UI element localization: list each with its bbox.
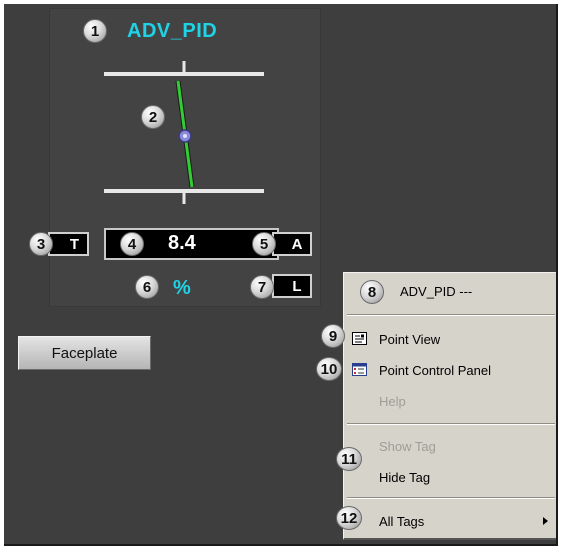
point-control-panel-icon [352,363,367,376]
menu-item-label: Point Control Panel [379,363,492,378]
menu-separator [347,314,555,316]
units-label: % [173,277,191,299]
menu-item-label: Show Tag [379,439,436,454]
callout-11: 11 [336,447,362,471]
menu-item-hide-tag[interactable]: Hide Tag [344,466,556,488]
submenu-arrow-icon [543,517,548,525]
callout-2: 2 [141,105,165,129]
menu-item-label: All Tags [379,514,425,529]
local-button-label: L [292,277,302,295]
callout-1: 1 [83,19,107,43]
callout-5: 5 [252,232,276,256]
local-button[interactable]: L [272,274,312,298]
tracking-button-label: T [69,235,80,253]
menu-item-label: Hide Tag [379,470,431,485]
mode-button[interactable]: A [272,232,312,256]
menu-item-point-control-panel[interactable]: Point Control Panel [344,359,556,381]
callout-4: 4 [120,232,144,256]
callout-12: 12 [336,506,362,530]
hmi-display: 1 ADV_PID 2 T 3 8.4 4 A 5 6 % L 7 Facepl… [4,4,558,546]
menu-item-label: Point View [379,332,441,347]
menu-item-all-tags[interactable]: All Tags [344,510,556,532]
faceplate-button[interactable]: Faceplate [18,336,151,370]
callout-3: 3 [29,232,53,256]
context-menu: ADV_PID --- Point View Point Control Pan… [343,272,556,540]
callout-9: 9 [321,324,345,348]
mode-button-label: A [291,235,303,253]
tracking-button[interactable]: T [48,232,89,256]
tag-name-label[interactable]: ADV_PID [127,20,217,43]
callout-7: 7 [250,275,274,299]
point-view-icon [352,332,367,345]
menu-header-label: ADV_PID --- [400,284,473,299]
menu-item-point-view[interactable]: Point View [344,328,556,350]
process-value: 8.4 [168,232,196,254]
menu-item-label: Help [379,394,406,409]
callout-10: 10 [316,357,342,381]
setpoint-indicator[interactable] [104,59,274,209]
menu-separator [347,423,555,425]
callout-8: 8 [360,280,384,304]
menu-item-show-tag: Show Tag [344,435,556,457]
menu-separator [347,497,555,499]
menu-item-help: Help [344,390,556,412]
callout-6: 6 [135,275,159,299]
